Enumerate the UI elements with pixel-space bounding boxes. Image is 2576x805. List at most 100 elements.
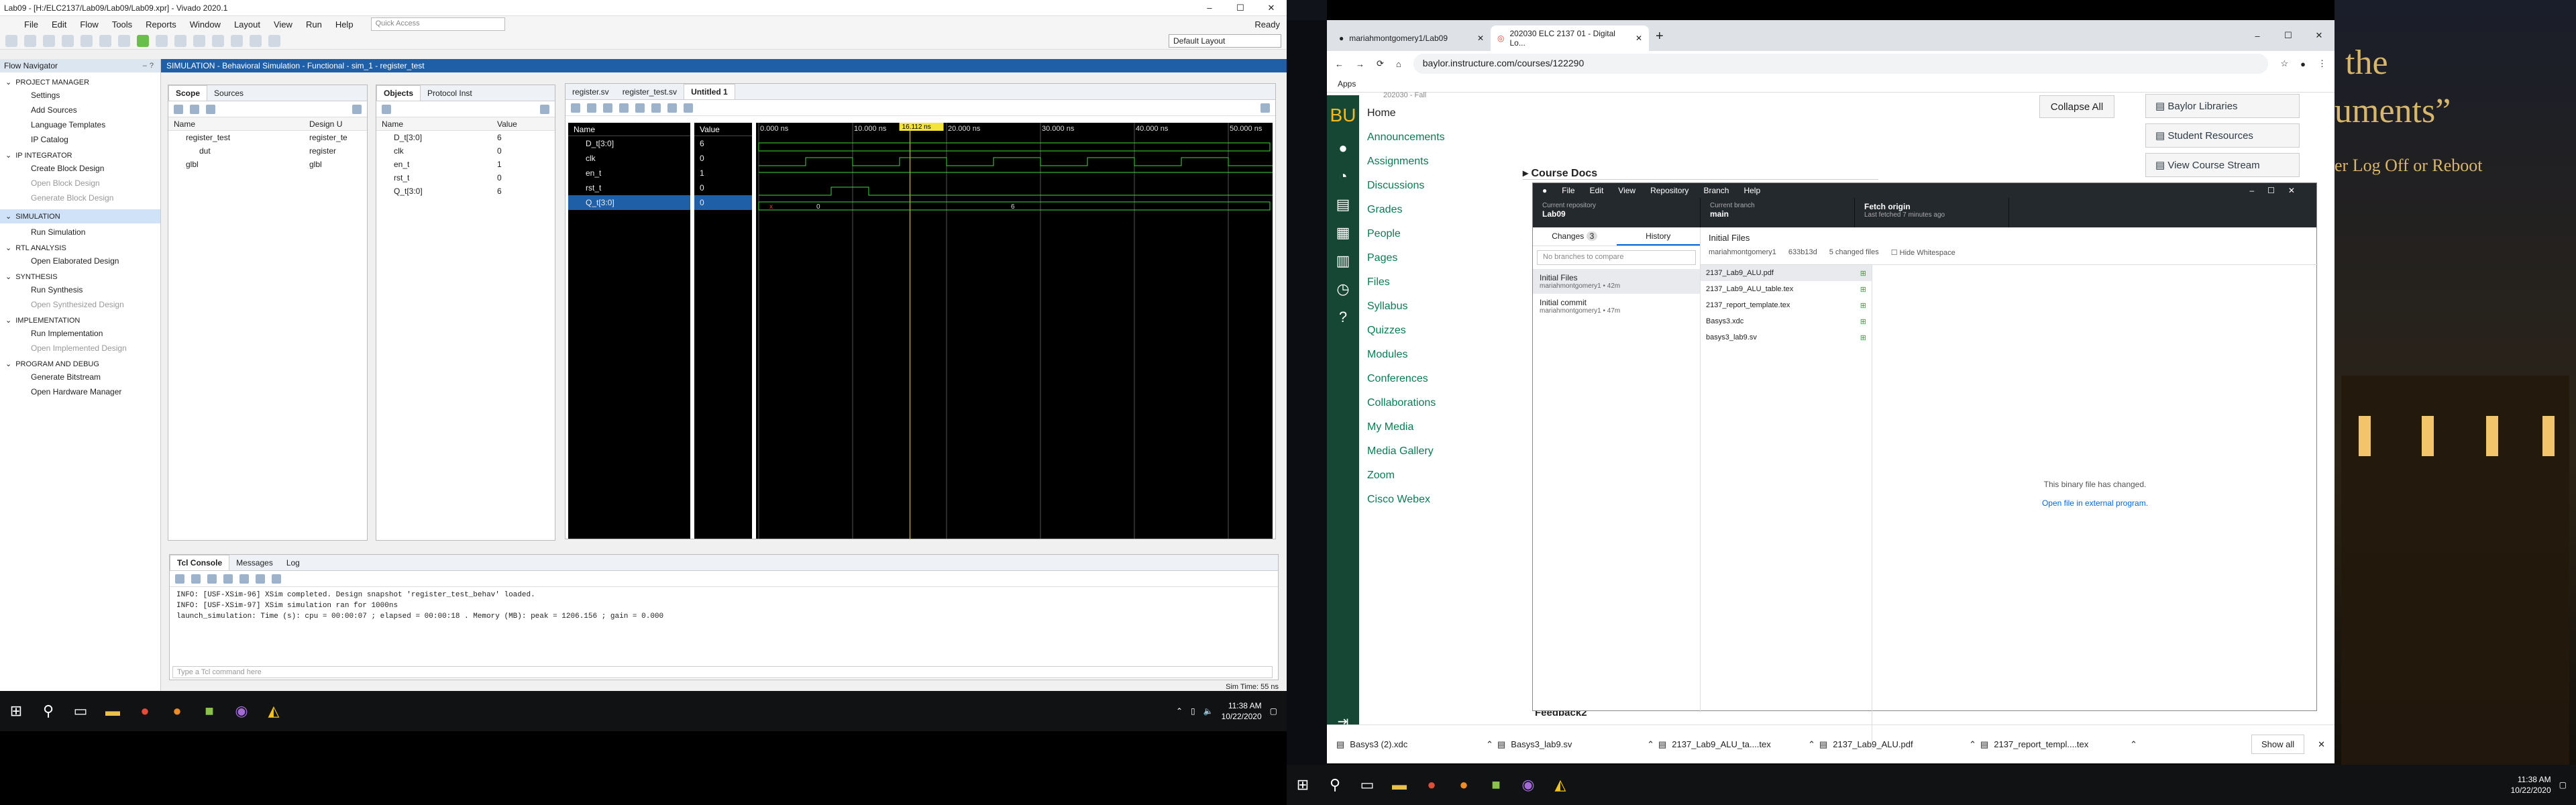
clear-icon[interactable] <box>256 574 265 584</box>
section-program-and-debug[interactable]: ⌄ PROGRAM AND DEBUG <box>0 360 160 369</box>
collapse-icon[interactable] <box>191 574 201 584</box>
course-nav-announcements[interactable]: Announcements <box>1367 131 1448 156</box>
account-icon[interactable]: ● <box>1327 140 1359 157</box>
baylor-libraries-link[interactable]: ▤ Baylor Libraries <box>2145 94 2300 118</box>
scope-row[interactable]: register_test register_te <box>168 131 367 144</box>
changed-file[interactable]: 2137_Lab9_ALU.pdf ⊞ <box>1701 265 1872 281</box>
tab-objects[interactable]: Objects <box>376 85 421 101</box>
tab-messages[interactable]: Messages <box>229 555 280 570</box>
courses-icon[interactable]: ▤ <box>1327 196 1359 213</box>
settings-icon[interactable] <box>156 34 168 47</box>
student-resources-link[interactable]: ▤ Student Resources <box>2145 123 2300 148</box>
copy-icon[interactable] <box>239 574 249 584</box>
chrome-icon[interactable]: ● <box>131 698 158 724</box>
course-nav-quizzes[interactable]: Quizzes <box>1367 325 1448 349</box>
firefox-icon[interactable]: ● <box>1450 771 1477 798</box>
menu-layout[interactable]: Layout <box>227 19 267 30</box>
tab-history[interactable]: History <box>1616 227 1700 246</box>
tcl-command-input[interactable]: Type a Tcl command here <box>172 666 1273 678</box>
search-icon[interactable] <box>571 103 580 113</box>
panel-controls-icon[interactable]: ‒? <box>143 62 156 70</box>
address-bar[interactable]: baylor.instructure.com/courses/122290 <box>1413 54 2269 74</box>
reload-icon[interactable]: ⟳ <box>1377 58 1384 69</box>
signal-row[interactable]: rst_t <box>568 180 690 195</box>
menu-file[interactable]: File <box>17 19 45 30</box>
changed-file[interactable]: basys3_lab9.sv ⊞ <box>1701 329 1872 345</box>
home-icon[interactable]: ⌂ <box>1396 59 1401 69</box>
pause-icon[interactable] <box>268 34 280 47</box>
close-icon[interactable]: ✕ <box>2304 30 2334 41</box>
maximize-icon[interactable]: ☐ <box>1225 3 1256 13</box>
flow-item-open-hardware-manager[interactable]: Open Hardware Manager <box>0 383 160 398</box>
commit-sha[interactable]: 633b13d <box>1788 248 1817 257</box>
gh-menu-view[interactable]: View <box>1618 186 1635 195</box>
play-icon[interactable] <box>231 34 243 47</box>
scope-row[interactable]: dut register <box>168 144 367 158</box>
flow-item-open-implemented-design[interactable]: Open Implemented Design <box>0 339 160 354</box>
menu-icon[interactable]: ⋮ <box>2318 58 2326 69</box>
col-design-unit[interactable]: Design U <box>309 119 342 129</box>
zoom-fit-icon[interactable] <box>635 103 645 113</box>
chrome-tab-github[interactable]: ● mariahmontgomery1/Lab09 ✕ <box>1332 25 1491 51</box>
flow-item-language-templates[interactable]: Language Templates <box>0 116 160 131</box>
save-icon[interactable] <box>43 34 55 47</box>
cut-icon[interactable] <box>193 34 205 47</box>
flow-item-generate-block-design[interactable]: Generate Block Design <box>0 189 160 204</box>
fetch-origin-button[interactable]: Fetch origin Last fetched 7 minutes ago <box>1855 198 2009 227</box>
chrome-icon[interactable]: ● <box>1418 771 1445 798</box>
menu-run[interactable]: Run <box>299 19 329 30</box>
new-tab-icon[interactable]: + <box>1649 29 1664 51</box>
step-icon[interactable] <box>250 34 262 47</box>
tab-protocol-inst[interactable]: Protocol Inst <box>421 86 479 101</box>
inbox-icon[interactable]: ▥ <box>1327 252 1359 270</box>
search-icon[interactable] <box>175 574 184 584</box>
signal-row[interactable]: D_t[3:0] <box>568 136 690 151</box>
section-synthesis[interactable]: ⌄ SYNTHESIS <box>0 272 160 282</box>
open-external-link[interactable]: Open file in external program. <box>1872 498 2318 508</box>
current-branch-button[interactable]: Current branch main <box>1701 198 1855 227</box>
commit-item[interactable]: Initial Files mariahmontgomery1 • 42m <box>1533 269 1700 294</box>
calendar-icon[interactable]: ▦ <box>1327 224 1359 241</box>
search-icon[interactable]: ⚲ <box>1322 771 1348 798</box>
object-row[interactable]: en_t 1 <box>376 158 555 171</box>
branch-compare-input[interactable]: No branches to compare <box>1537 250 1696 265</box>
chevron-up-icon[interactable]: ⌃ <box>1647 739 1654 750</box>
gear-icon[interactable] <box>352 104 362 114</box>
col-name[interactable]: Name <box>376 119 497 129</box>
flow-item-open-synthesized-design[interactable]: Open Synthesized Design <box>0 296 160 311</box>
course-nav-grades[interactable]: Grades <box>1367 204 1448 228</box>
flow-item-open-elaborated-design[interactable]: Open Elaborated Design <box>0 252 160 267</box>
undo-icon[interactable] <box>62 34 74 47</box>
course-nav-pages[interactable]: Pages <box>1367 252 1448 276</box>
download-item[interactable]: ▤ Basys3_lab9.sv ⌃ <box>1497 739 1654 750</box>
filter-icon[interactable] <box>207 574 217 584</box>
section-simulation[interactable]: ⌄ SIMULATION <box>0 209 160 223</box>
gh-menu-help[interactable]: Help <box>1743 186 1760 195</box>
course-nav-modules[interactable]: Modules <box>1367 349 1448 373</box>
close-icon[interactable]: ✕ <box>1256 3 1287 13</box>
window-controls-icon[interactable]: –☐✕ <box>2250 186 2317 195</box>
goto-end-icon[interactable] <box>684 103 693 113</box>
object-row[interactable]: clk 0 <box>376 144 555 158</box>
object-row[interactable]: D_t[3:0] 6 <box>376 131 555 144</box>
file-explorer-icon[interactable]: ▬ <box>1386 771 1413 798</box>
github-desktop-icon[interactable]: ◉ <box>1515 771 1542 798</box>
download-item[interactable]: ▤ Basys3 (2).xdc ⌃ <box>1336 739 1493 750</box>
apps-bookmark[interactable]: Apps <box>1338 79 1356 89</box>
notification-icon[interactable]: ▢ <box>2559 780 2567 790</box>
col-name[interactable]: Name <box>168 119 309 129</box>
flow-item-generate-bitstream[interactable]: Generate Bitstream <box>0 368 160 383</box>
layout-select[interactable]: Default Layout <box>1169 34 1281 48</box>
course-docs-module[interactable]: ▸ Course Docs <box>1523 166 1878 180</box>
menu-window[interactable]: Window <box>183 19 227 30</box>
tray-up-icon[interactable]: ⌃ <box>1176 706 1183 716</box>
changed-file[interactable]: Basys3.xdc ⊞ <box>1701 313 1872 329</box>
menu-flow[interactable]: Flow <box>73 19 105 30</box>
delete-icon[interactable] <box>272 574 281 584</box>
view-course-stream-link[interactable]: ▤ View Course Stream <box>2145 153 2300 177</box>
restart-icon[interactable] <box>212 34 224 47</box>
chevron-up-icon[interactable]: ⌃ <box>1486 739 1493 750</box>
section-implementation[interactable]: ⌄ IMPLEMENTATION <box>0 316 160 325</box>
waveform-plot[interactable]: 0.000 ns 10.000 ns 20.000 ns 30.000 ns 40.00… <box>756 121 1275 539</box>
history-icon[interactable]: ◷ <box>1327 280 1359 298</box>
